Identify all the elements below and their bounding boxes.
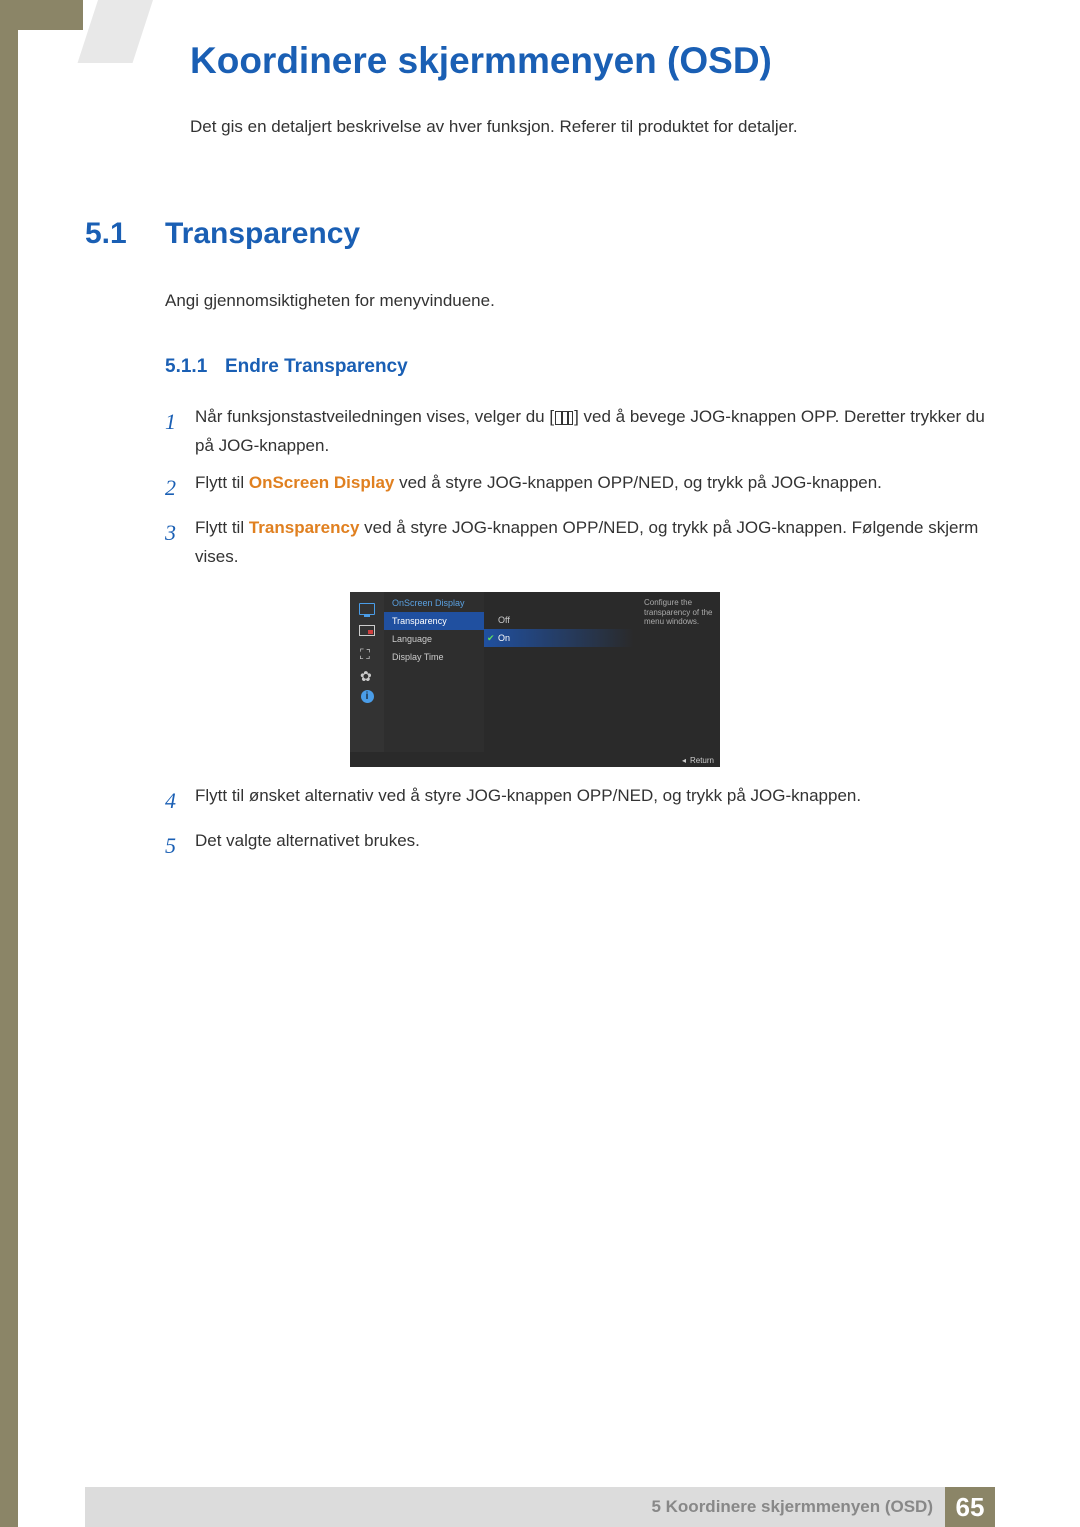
step2-pre: Flytt til [195, 473, 249, 492]
subsection-title: Endre Transparency [225, 356, 408, 378]
subsection-heading: 5.1.1 Endre Transparency [165, 356, 985, 378]
step-text: Det valgte alternativet brukes. [195, 827, 985, 864]
osd-options-column: Off ✔ On [484, 611, 634, 647]
osd-return-label: Return [690, 756, 714, 765]
step2-post: ved å styre JOG-knappen OPP/NED, og tryk… [394, 473, 882, 492]
section-title: Transparency [165, 217, 360, 251]
step2-emphasis: OnScreen Display [249, 473, 395, 492]
osd-option-on-label: On [498, 633, 510, 643]
step3-pre: Flytt til [195, 518, 249, 537]
step-number: 3 [165, 514, 195, 572]
page-content: Koordinere skjermmenyen (OSD) Det gis en… [85, 40, 985, 873]
screen-icon [358, 624, 376, 638]
step-text: Når funksjonstastveiledningen vises, vel… [195, 403, 985, 461]
gear-icon: ✿ [358, 668, 376, 682]
step-2: 2 Flytt til OnScreen Display ved å styre… [165, 469, 985, 506]
return-arrow-icon: ◂ [682, 756, 686, 765]
step-number: 1 [165, 403, 195, 461]
osd-help-text: Configure the transparency of the menu w… [638, 592, 720, 633]
left-stripe-decoration [0, 0, 18, 1527]
footer-text: 5 Koordinere skjermmenyen (OSD) [651, 1497, 945, 1517]
chapter-title: Koordinere skjermmenyen (OSD) [190, 40, 985, 82]
osd-item-transparency: Transparency [384, 612, 484, 630]
chapter-description: Det gis en detaljert beskrivelse av hver… [190, 117, 985, 137]
step-text: Flytt til OnScreen Display ved å styre J… [195, 469, 985, 506]
section-number: 5.1 [85, 217, 165, 251]
osd-option-on: ✔ On [484, 629, 634, 647]
osd-screenshot: ⛶ ✿ i OnScreen Display Transparency Lang… [350, 592, 720, 767]
step-5: 5 Det valgte alternativet brukes. [165, 827, 985, 864]
subsection-number: 5.1.1 [165, 356, 225, 378]
osd-item-language: Language [384, 630, 484, 648]
checkmark-icon: ✔ [487, 633, 495, 644]
step-1: 1 Når funksjonstastveiledningen vises, v… [165, 403, 985, 461]
section-description: Angi gjennomsiktigheten for menyvinduene… [165, 291, 985, 311]
resize-icon: ⛶ [358, 646, 376, 660]
step-text: Flytt til Transparency ved å styre JOG-k… [195, 514, 985, 572]
step-3: 3 Flytt til Transparency ved å styre JOG… [165, 514, 985, 572]
osd-return: ◂ Return [682, 756, 714, 765]
osd-header: OnScreen Display [384, 592, 484, 612]
step3-emphasis: Transparency [249, 518, 360, 537]
menu-icon [555, 411, 573, 425]
top-band-decoration [18, 0, 83, 30]
step-4: 4 Flytt til ønsket alternativ ved å styr… [165, 782, 985, 819]
osd-option-off: Off [484, 611, 634, 629]
monitor-icon [358, 602, 376, 616]
page-footer: 5 Koordinere skjermmenyen (OSD) 65 [85, 1487, 995, 1527]
step1-pre: Når funksjonstastveiledningen vises, vel… [195, 407, 554, 426]
step-number: 5 [165, 827, 195, 864]
step-number: 2 [165, 469, 195, 506]
section-heading: 5.1 Transparency [85, 217, 985, 251]
info-icon: i [358, 690, 376, 704]
page-number: 65 [945, 1487, 995, 1527]
step-number: 4 [165, 782, 195, 819]
osd-menu-column: OnScreen Display Transparency Language D… [384, 592, 484, 752]
osd-sidebar: ⛶ ✿ i [350, 592, 384, 752]
osd-item-display-time: Display Time [384, 648, 484, 666]
step-text: Flytt til ønsket alternativ ved å styre … [195, 782, 985, 819]
